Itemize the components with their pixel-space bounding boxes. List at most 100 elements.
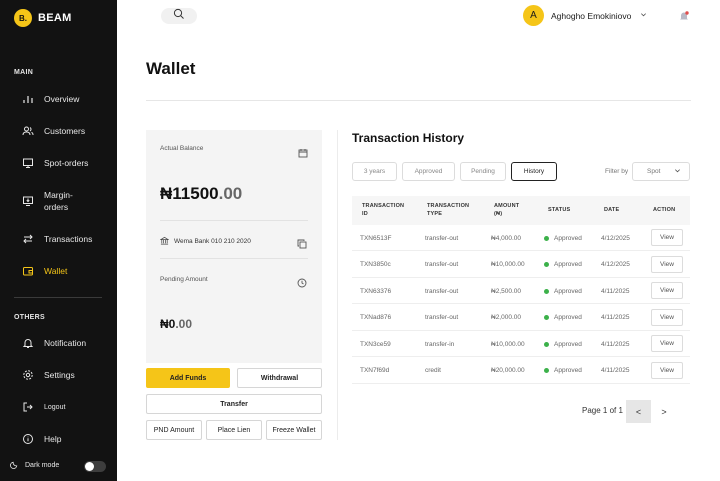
sidebar-item-label: Help [44,434,62,444]
card-divider [160,220,308,221]
sidebar-item-label: Settings [44,370,75,380]
card-divider [160,258,308,259]
sidebar-item-notification[interactable]: Notification [22,337,86,349]
filter-label: Filter by [605,168,629,175]
status-text: Approved [554,314,582,321]
status-text: Approved [554,367,582,374]
status-dot [544,288,549,294]
cell-transaction-id: TXN3ce59 [360,340,391,348]
column-header-type: TRANSACTION TYPE [427,202,469,218]
cell-date: 4/12/2025 [601,234,630,242]
cell-transaction-type: transfer-out [425,314,459,321]
sidebar-item-customers[interactable]: Customers [22,125,85,137]
status-text: Approved [554,234,582,242]
view-button[interactable]: View [651,229,683,246]
table-row: TXN3850c transfer-out ₦10,000.00 Approved 4/… [352,252,690,278]
view-button[interactable]: View [651,282,683,299]
dark-mode-row: Dark mode [10,460,59,471]
table-row: TXN3ce59 transfer-in ₦10,000.00 Approved 4/1… [352,331,690,357]
table-row: TXN7f69d credit ₦20,000.00 Approved 4/11/202… [352,358,690,384]
pnd-amount-button[interactable]: PND Amount [146,420,202,440]
status-text: Approved [554,261,582,268]
sidebar-item-settings[interactable]: Settings [22,369,75,381]
gear-icon [22,369,34,381]
tab-approved[interactable]: Approved [402,162,455,181]
place-lien-button[interactable]: Place Lien [206,420,262,440]
table-row: TXN6513F transfer-out ₦4,000.00 Approved 4/1… [352,225,690,251]
cell-transaction-id: TXN3850c [360,261,391,268]
pending-amount-label: Pending Amount [160,276,208,283]
balance-card: Actual Balance ₦11500 .00 Wema Bank 010 2… [146,130,322,363]
view-button[interactable]: View [651,335,683,352]
sidebar-item-spot-orders[interactable]: Spot-orders [22,157,88,169]
status-dot [544,315,549,320]
freeze-wallet-button[interactable]: Freeze Wallet [266,420,322,440]
section-label-main: MAIN [14,69,34,76]
cell-date: 4/11/2025 [601,314,630,321]
cell-status: Approved [544,331,582,357]
sidebar-item-label: Notification [44,338,87,348]
pending-amount: ₦0.00 [160,317,192,331]
status-text: Approved [554,287,582,295]
notification-bell-icon[interactable] [678,9,690,27]
withdrawal-button[interactable]: Withdrawal [237,368,322,388]
wallet-icon [22,265,34,277]
bank-account-text: Wema Bank 010 210 2020 [174,238,251,245]
add-funds-button[interactable]: Add Funds [146,368,230,388]
filter-select[interactable]: Spot [632,162,690,181]
table-row: TXN63376 transfer-out ₦2,500.00 Approved 4/1… [352,278,690,304]
sidebar-item-help[interactable]: Help [22,433,61,445]
pending-amount-whole: ₦0 [160,317,176,331]
tab-pending[interactable]: Pending [460,162,506,181]
table-header: TRANSACTION ID TRANSACTION TYPE AMOUNT (… [352,196,690,225]
cell-transaction-type: transfer-out [425,234,459,242]
cell-amount: ₦10,000.00 [491,340,525,348]
pagination-label: Page 1 of 1 [582,406,623,415]
moon-icon [10,460,19,471]
cell-transaction-type: transfer-in [425,340,455,348]
actual-balance-whole: ₦11500 [160,184,219,203]
sidebar-item-label: Transactions [44,234,93,244]
cell-date: 4/11/2025 [601,287,630,295]
cell-transaction-type: credit [425,367,441,374]
sidebar-item-label: Customers [44,126,86,136]
cell-transaction-type: transfer-out [425,261,459,268]
sidebar-item-wallet[interactable]: Wallet [22,265,67,277]
view-button[interactable]: View [651,255,683,273]
user-name: Aghogho Emokiniovo [551,10,632,21]
pending-amount-decimal: .00 [175,317,193,331]
sidebar-item-label: Logout [44,403,66,411]
cell-transaction-id: TXN6513F [360,234,392,242]
column-header-line: TRANSACTION [362,203,405,209]
clock-icon [297,275,307,288]
sidebar-item-label: Overview [44,94,80,104]
status-dot [544,235,549,241]
sidebar-item-logout[interactable]: Logout [22,401,65,413]
user-menu[interactable]: A Aghogho Emokiniovo [523,5,647,26]
view-button[interactable]: View [651,361,683,379]
dark-mode-toggle[interactable] [84,461,106,472]
tab-history[interactable]: History [511,162,557,181]
cell-transaction-id: TXN63376 [360,287,392,295]
sidebar-item-transactions[interactable]: Transactions [22,233,92,245]
calendar-icon[interactable] [298,145,308,158]
column-header-status: STATUS [548,207,571,213]
copy-icon[interactable] [297,236,307,249]
title-divider [146,100,691,101]
previous-page-button[interactable]: < [626,400,651,423]
monitor-icon [22,157,34,169]
next-page-button[interactable]: > [655,400,673,423]
sidebar-item-margin-orders[interactable]: Margin-orders [22,189,84,213]
sidebar-item-label: Margin-orders [44,190,73,212]
search-button[interactable] [161,8,197,24]
cell-status: Approved [544,225,582,251]
view-button[interactable]: View [651,308,683,326]
sidebar-item-overview[interactable]: Overview [22,93,79,105]
brand[interactable]: B. BEAM [14,9,72,27]
column-header-amount: AMOUNT (₦) [494,202,519,218]
info-icon [22,433,34,445]
tab-3-years[interactable]: 3 years [352,162,397,181]
column-header-line: (₦) [494,211,503,217]
actual-balance-label: Actual Balance [160,145,204,152]
transfer-button[interactable]: Transfer [146,394,322,414]
